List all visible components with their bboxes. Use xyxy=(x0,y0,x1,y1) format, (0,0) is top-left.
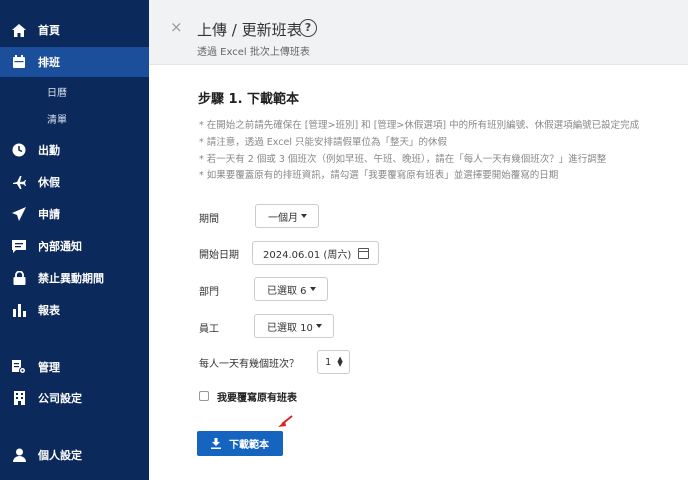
caret-down-icon xyxy=(309,287,316,291)
period-value: 一個月 xyxy=(268,212,298,224)
red-arrow-icon xyxy=(278,415,293,427)
sidebar-item-label: 出勤 xyxy=(38,144,60,157)
sidebar-item-internal-notice[interactable]: 內部通知 xyxy=(0,231,149,261)
sidebar-item-freeze-period[interactable]: 禁止異動期間 xyxy=(0,263,149,293)
shifts-per-day-value: 1 xyxy=(325,356,332,368)
sidebar-item-label: 公司設定 xyxy=(38,392,82,405)
sidebar-item-schedule[interactable]: 排班 xyxy=(0,47,149,77)
page-header: × 上傳 / 更新班表 ? 透過 Excel 批次上傳班表 xyxy=(149,0,688,65)
sidebar-item-label: 清單 xyxy=(47,114,67,126)
department-value: 已選取 6 xyxy=(267,285,307,297)
sidebar-item-label: 內部通知 xyxy=(38,240,82,253)
page-subtitle: 透過 Excel 批次上傳班表 xyxy=(197,47,310,58)
sidebar-item-label: 休假 xyxy=(38,176,60,189)
period-dropdown[interactable]: 一個月 xyxy=(255,204,319,228)
clock-icon xyxy=(12,143,26,157)
building-icon xyxy=(12,391,26,405)
settings-doc-icon xyxy=(12,360,26,374)
step-title: 步驟 1. 下載範本 xyxy=(198,92,300,107)
sidebar-item-label: 報表 xyxy=(38,304,60,317)
sidebar-item-label: 禁止異動期間 xyxy=(38,272,104,285)
help-icon[interactable]: ? xyxy=(299,19,317,37)
sidebar: 首頁 排班 日曆 清單 出勤 休假 申請 內部通知 禁止異動期間 報表 管理 公… xyxy=(0,0,149,480)
start-date-label: 開始日期 xyxy=(199,250,239,261)
user-icon xyxy=(12,448,26,462)
start-date-value: 2024.06.01 (周六) xyxy=(263,249,352,261)
caret-down-icon xyxy=(301,214,307,218)
caret-down-icon xyxy=(315,324,322,328)
sidebar-item-home[interactable]: 首頁 xyxy=(0,15,149,45)
period-label: 期間 xyxy=(199,214,219,225)
stepper-arrows-icon: ▲ ▼ xyxy=(337,355,343,368)
sidebar-item-personal-settings[interactable]: 個人設定 xyxy=(0,440,149,470)
page-title: 上傳 / 更新班表 xyxy=(197,21,302,39)
lock-icon xyxy=(12,271,26,285)
instruction-note: * 請注意，透過 Excel 只能安排請假單位為「整天」的休假 xyxy=(199,137,447,148)
instruction-note: * 如果要覆蓋原有的排班資訊，請勾選「我要覆寫原有班表」並選擇要開始覆寫的日期 xyxy=(199,170,559,181)
instruction-note: * 在開始之前請先確保在 [管理>班別] 和 [管理>休假選項] 中的所有班別編… xyxy=(199,120,640,131)
start-date-input[interactable]: 2024.06.01 (周六) xyxy=(252,241,379,265)
sidebar-item-company-settings[interactable]: 公司設定 xyxy=(0,383,149,413)
sidebar-item-request[interactable]: 申請 xyxy=(0,199,149,229)
employee-label: 員工 xyxy=(199,324,219,335)
sidebar-item-label: 個人設定 xyxy=(38,449,82,462)
download-button-label: 下載範本 xyxy=(229,440,269,451)
sidebar-item-reports[interactable]: 報表 xyxy=(0,295,149,325)
sidebar-item-label: 申請 xyxy=(38,208,60,221)
close-icon[interactable]: × xyxy=(170,18,183,36)
message-icon xyxy=(12,239,26,253)
sidebar-item-label: 排班 xyxy=(38,56,60,69)
overwrite-checkbox[interactable] xyxy=(199,391,209,401)
department-label: 部門 xyxy=(199,287,219,298)
sidebar-subitem-list[interactable]: 清單 xyxy=(0,105,149,131)
overwrite-checkbox-label[interactable]: 我要覆寫原有班表 xyxy=(217,389,297,404)
sidebar-item-label: 日曆 xyxy=(47,87,67,99)
instruction-note: * 若一天有 2 個或 3 個班次（例如早班、午班、晚班），請在「每人一天有幾個… xyxy=(199,154,607,165)
employee-dropdown[interactable]: 已選取 10 xyxy=(254,314,334,338)
calendar-icon[interactable] xyxy=(358,248,369,259)
send-icon xyxy=(12,207,26,221)
sidebar-item-attendance[interactable]: 出勤 xyxy=(0,135,149,165)
airplane-icon xyxy=(12,175,26,189)
shifts-per-day-stepper[interactable]: 1 ▲ ▼ xyxy=(317,350,350,374)
sidebar-item-label: 管理 xyxy=(38,361,60,374)
sidebar-item-leave[interactable]: 休假 xyxy=(0,167,149,197)
download-icon xyxy=(211,438,221,449)
home-icon xyxy=(12,23,26,37)
employee-value: 已選取 10 xyxy=(267,322,313,334)
sidebar-subitem-calendar[interactable]: 日曆 xyxy=(0,78,149,104)
calendar-icon xyxy=(12,55,26,69)
sidebar-item-management[interactable]: 管理 xyxy=(0,352,149,382)
sidebar-item-label: 首頁 xyxy=(38,24,60,37)
main-panel: × 上傳 / 更新班表 ? 透過 Excel 批次上傳班表 步驟 1. 下載範本… xyxy=(149,0,688,480)
shifts-per-day-label: 每人一天有幾個班次？ xyxy=(199,359,299,370)
department-dropdown[interactable]: 已選取 6 xyxy=(254,277,328,301)
download-template-button[interactable]: 下載範本 xyxy=(197,431,283,456)
bar-chart-icon xyxy=(12,303,26,317)
